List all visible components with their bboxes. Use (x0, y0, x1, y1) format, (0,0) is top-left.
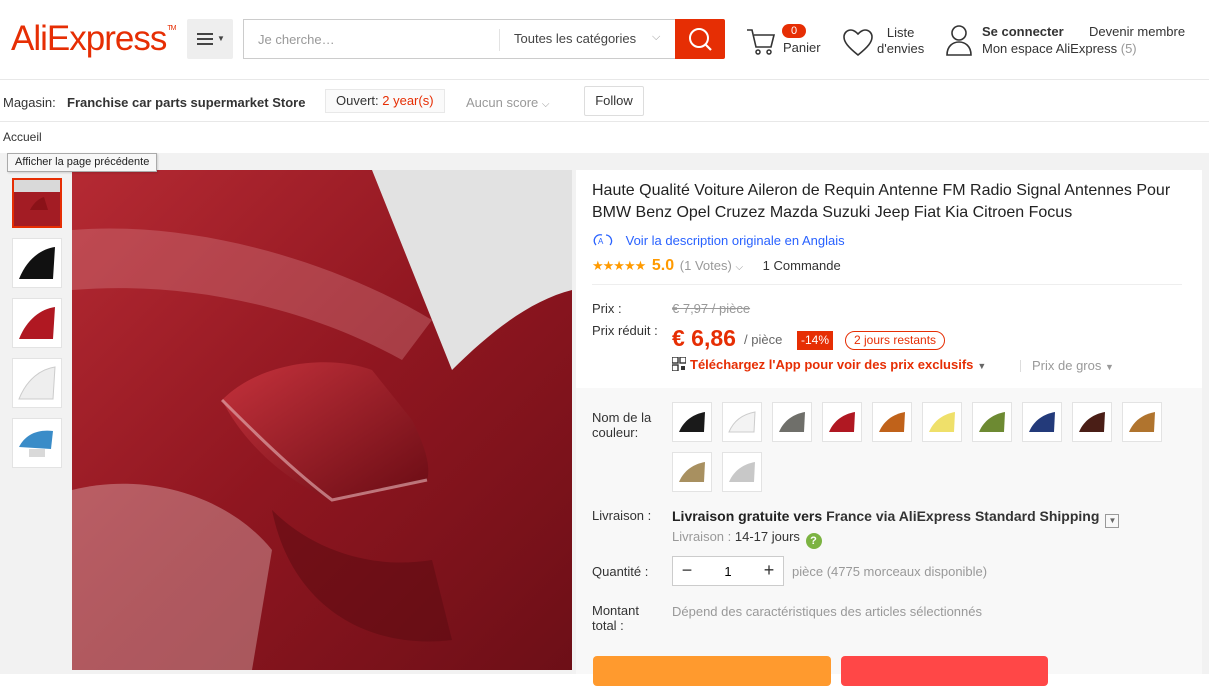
app-promo-link[interactable]: Téléchargez l'App pour voir des prix exc… (672, 357, 986, 372)
quantity-decrease-button[interactable]: − (673, 557, 701, 585)
store-label: Magasin: (3, 95, 56, 110)
wishlist-link[interactable]: Liste d'envies (842, 24, 942, 64)
cart-count-badge: 0 (782, 24, 806, 38)
color-swatch-copper[interactable] (1122, 402, 1162, 442)
chevron-down-icon: ⌵ (652, 31, 661, 43)
total-value: Dépend des caractéristiques des articles… (672, 604, 983, 619)
votes-dropdown[interactable]: (1 Votes) ⌵ (680, 258, 743, 273)
color-label: Nom de la couleur: (592, 410, 652, 440)
rating-score: 5.0 (651, 257, 675, 274)
search-button[interactable] (675, 19, 725, 59)
qr-code-icon (672, 357, 686, 371)
cart-label: Panier (783, 40, 821, 55)
search-icon (689, 28, 712, 51)
color-swatch-green[interactable] (972, 402, 1012, 442)
search-separator (499, 29, 500, 51)
chevron-down-icon: ▼ (1105, 362, 1114, 372)
chevron-down-icon: ⌵ (735, 262, 744, 273)
quantity-increase-button[interactable]: + (755, 557, 783, 585)
chevron-down-icon: ▼ (217, 34, 225, 43)
cart-link[interactable]: 0 Panier (745, 23, 835, 63)
join-link[interactable]: Devenir membre (1089, 24, 1185, 39)
thumbnail-list (12, 178, 64, 478)
back-tooltip: Afficher la page précédente (7, 153, 158, 172)
quantity-available: pièce (4775 morceaux disponible) (792, 564, 988, 579)
buy-now-button[interactable] (593, 656, 831, 686)
thumbnail-black[interactable] (12, 238, 62, 288)
user-icon (946, 25, 972, 56)
wholesale-price-dropdown[interactable]: Prix de gros ▼ (1020, 358, 1114, 373)
thumbnail-blue[interactable] (12, 418, 62, 468)
price-unit: / pièce (744, 332, 783, 347)
discount-badge: -14% (797, 331, 834, 350)
wishlist-label: Liste d'envies (877, 25, 925, 56)
category-select[interactable]: Toutes les catégories (514, 31, 636, 46)
signin-link[interactable]: Se connecter (982, 24, 1064, 39)
divider (592, 284, 1182, 285)
color-swatch-black[interactable] (672, 402, 712, 442)
color-swatch-gray[interactable] (772, 402, 812, 442)
site-header: AliExpressTM ▼ Toutes les catégories ⌵ 0… (0, 0, 1209, 80)
price-label: Prix : (592, 301, 622, 316)
chevron-down-icon: ⌵ (541, 99, 550, 110)
rating-row: ★★★★★ 5.0 (1 Votes) ⌵ 1 Commande (592, 257, 841, 275)
chevron-down-icon[interactable]: ▼ (1105, 514, 1120, 528)
thumbnail-red[interactable] (12, 298, 62, 348)
current-price: € 6,86 (672, 325, 736, 351)
product-title: Haute Qualité Voiture Aileron de Requin … (592, 182, 1171, 221)
product-main-image[interactable] (72, 170, 572, 670)
product-info-panel: Haute Qualité Voiture Aileron de Requin … (576, 170, 1202, 674)
rating-stars: ★★★★★ (592, 258, 646, 273)
my-account-link[interactable]: Mon espace AliExpress (5) (982, 41, 1137, 56)
color-swatch-red[interactable] (822, 402, 862, 442)
color-swatch-white[interactable] (722, 402, 762, 442)
store-bar: Magasin: Franchise car parts supermarket… (0, 81, 1209, 122)
store-score-dropdown[interactable]: Aucun score ⌵ (466, 95, 549, 110)
chevron-down-icon: ▼ (977, 361, 987, 371)
categories-menu-button[interactable]: ▼ (187, 19, 233, 59)
add-to-cart-button[interactable] (841, 656, 1048, 686)
breadcrumb[interactable]: Accueil (3, 130, 42, 144)
time-remaining-badge: 2 jours restants (845, 331, 946, 350)
color-swatch-orange[interactable] (872, 402, 912, 442)
orders-count: 1 Commande (762, 258, 841, 273)
store-name-link[interactable]: Franchise car parts supermarket Store (67, 95, 305, 110)
quantity-stepper: − + (672, 556, 784, 586)
quantity-label: Quantité : (592, 564, 649, 579)
delivery-time: Livraison : 14-17 jours ? (672, 529, 822, 549)
color-swatch-yellow[interactable] (922, 402, 962, 442)
color-swatches (672, 402, 1172, 502)
cart-icon (747, 29, 776, 55)
quantity-input[interactable] (701, 557, 755, 585)
translate-link[interactable]: A Voir la description originale en Angla… (592, 233, 845, 248)
sku-options-area: Nom de la couleur: Livraison : Livraison … (576, 388, 1202, 674)
account-area: Se connecter Devenir membre Mon espace A… (945, 23, 1209, 63)
thumbnail-white[interactable] (12, 358, 62, 408)
follow-button[interactable]: Follow (584, 86, 644, 116)
translate-icon: A (593, 234, 613, 246)
menu-icon (197, 33, 213, 45)
search-bar: Toutes les catégories ⌵ (243, 19, 675, 59)
heart-icon (843, 29, 873, 57)
delivery-label: Livraison : (592, 508, 652, 523)
search-input[interactable] (244, 20, 499, 58)
original-price: € 7,97 / pièce (672, 301, 751, 316)
store-open-duration: Ouvert: 2 year(s) (325, 89, 445, 113)
discount-price-label: Prix réduit : (592, 323, 658, 338)
help-icon[interactable]: ? (805, 533, 822, 549)
color-swatch-silver[interactable] (722, 452, 762, 492)
thumbnail-red-car[interactable] (12, 178, 62, 228)
color-swatch-gold[interactable] (672, 452, 712, 492)
total-label: Montant total : (592, 603, 639, 633)
color-swatch-blue[interactable] (1022, 402, 1062, 442)
color-swatch-brown[interactable] (1072, 402, 1112, 442)
delivery-info: Livraison gratuite vers France via AliEx… (672, 508, 1120, 528)
svg-text:A: A (598, 237, 604, 246)
aliexpress-logo[interactable]: AliExpressTM (11, 19, 176, 59)
